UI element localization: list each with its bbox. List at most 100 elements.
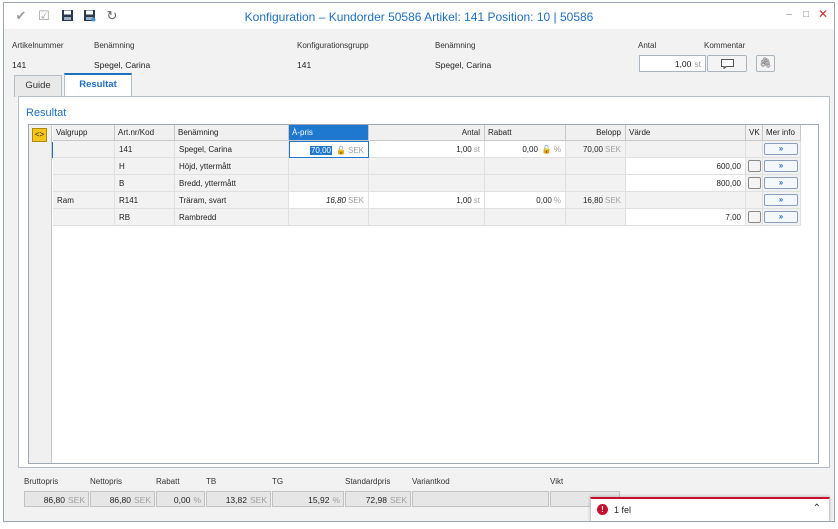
bottom-strip: [0, 522, 838, 529]
minimize-button[interactable]: –: [782, 9, 796, 20]
paperclip-icon: 🖇: [759, 58, 772, 69]
close-button[interactable]: ✕: [816, 7, 830, 21]
rabatt-value: 0,00: [522, 145, 538, 154]
antal-unit: st: [694, 59, 701, 69]
maximize-button[interactable]: □: [799, 9, 813, 20]
variantkod-label: Variantkod: [412, 477, 450, 486]
mer-info-button[interactable]: »: [764, 143, 798, 155]
comment-icon[interactable]: [748, 160, 761, 172]
col-a-pris[interactable]: À-pris: [289, 125, 369, 141]
panel-title: Resultat: [26, 107, 67, 119]
cell-varde[interactable]: 7,00: [626, 209, 746, 226]
configuration-window: ✔ ☑ ↻ Konfiguration – Kundorder 50586 Ar…: [3, 2, 835, 522]
cell-rabatt[interactable]: 0,00 🔓%: [485, 141, 566, 158]
cell-antal[interactable]: 1,00 st: [369, 192, 485, 209]
col-benamning[interactable]: Benämning: [175, 125, 289, 141]
resultat-panel: Resultat <> Valgrupp Art.nr/Kod Benämnin…: [18, 96, 830, 468]
cell-varde: [626, 141, 746, 158]
benamning-value: Bredd, yttermått: [179, 179, 236, 188]
mer-info-button[interactable]: »: [764, 194, 798, 206]
comment-icon[interactable]: [748, 211, 761, 223]
chevron-up-icon[interactable]: ⌃: [813, 503, 821, 514]
cell-valgrupp: Ram: [53, 192, 115, 209]
col-varde[interactable]: Värde: [626, 125, 746, 141]
valgrupp-value: Ram: [57, 196, 74, 205]
col-belopp[interactable]: Belopp: [566, 125, 626, 141]
benamning-label: Benämning: [94, 41, 135, 50]
tb-value: 13,82: [225, 495, 247, 505]
bruttopris-unit: SEK: [67, 495, 85, 505]
col-antal[interactable]: Antal: [369, 125, 485, 141]
window-title: Konfiguration – Kundorder 50586 Artikel:…: [244, 10, 594, 24]
cell-belopp: [566, 175, 626, 192]
rabatt-total-field: 0,00%: [156, 491, 205, 507]
standardpris-field: 72,98 SEK: [345, 491, 411, 507]
cell-merinfo[interactable]: »: [763, 209, 801, 226]
tb-label: TB: [206, 477, 217, 486]
col-valgrupp[interactable]: Valgrupp: [53, 125, 115, 141]
benamning-value: Rambredd: [179, 213, 217, 222]
cell-varde[interactable]: 800,00: [626, 175, 746, 192]
konfigurationsgrupp-value: 141: [297, 60, 312, 70]
unlock-icon[interactable]: 🔓: [336, 146, 346, 155]
cell-merinfo[interactable]: »: [763, 158, 801, 175]
unlock-icon[interactable]: 🔓: [542, 145, 552, 154]
cell-benamning: Höjd, yttermått: [175, 158, 289, 175]
cell-merinfo[interactable]: »: [763, 192, 801, 209]
cell-valgrupp: [53, 141, 115, 158]
comment-icon[interactable]: [748, 177, 761, 189]
cell-vk[interactable]: [746, 141, 763, 158]
rabatt-total-label: Rabatt: [156, 477, 180, 486]
kod-value: H: [119, 162, 125, 171]
rabatt-unit: %: [553, 196, 561, 205]
col-artnr-kod[interactable]: Art.nr/Kod: [115, 125, 175, 141]
error-bar[interactable]: ! 1 fel ⌃: [590, 497, 830, 521]
expand-collapse-icon[interactable]: <>: [32, 128, 47, 142]
cell-rabatt: [485, 158, 566, 175]
apris-unit: SEK: [347, 146, 364, 155]
cell-apris[interactable]: 16,80 SEK: [289, 192, 369, 209]
error-icon: !: [597, 504, 608, 515]
artikelnummer-label: Artikelnummer: [12, 41, 64, 50]
mer-info-button[interactable]: »: [764, 160, 798, 172]
tg-field: 15,92%: [272, 491, 344, 507]
cell-vk[interactable]: [746, 209, 763, 226]
cell-varde: [626, 192, 746, 209]
cell-varde[interactable]: 600,00: [626, 158, 746, 175]
cell-kod: RB: [115, 209, 175, 226]
kommentar-button[interactable]: [707, 55, 747, 72]
col-vk[interactable]: VK: [746, 125, 763, 141]
cell-benamning: Bredd, yttermått: [175, 175, 289, 192]
standardpris-unit: SEK: [389, 495, 407, 505]
antal-input[interactable]: 1,00 st: [639, 55, 706, 72]
attachment-button[interactable]: 🖇: [756, 55, 775, 72]
antal-label: Antal: [638, 41, 657, 50]
kod-value: 141: [119, 145, 133, 154]
cell-rabatt: [485, 209, 566, 226]
cell-merinfo[interactable]: »: [763, 141, 801, 158]
cell-vk[interactable]: [746, 158, 763, 175]
benamning-value: Spegel, Carina: [94, 60, 151, 70]
tb-unit: SEK: [249, 495, 267, 505]
tab-guide[interactable]: Guide: [14, 75, 62, 97]
tb-field: 13,82 SEK: [206, 491, 271, 507]
apris-value: 70,00: [309, 146, 333, 155]
kod-value: B: [119, 179, 125, 188]
benamning-value: Träram, svart: [179, 196, 227, 205]
result-grid: <> Valgrupp Art.nr/Kod Benämning À-pris …: [28, 124, 819, 464]
varde-value: 7,00: [725, 213, 741, 222]
antal-unit: st: [473, 196, 480, 205]
mer-info-button[interactable]: »: [764, 211, 798, 223]
mer-info-button[interactable]: »: [764, 177, 798, 189]
cell-vk[interactable]: [746, 192, 763, 209]
col-rabatt[interactable]: Rabatt: [485, 125, 566, 141]
tab-resultat[interactable]: Resultat: [64, 73, 132, 98]
col-mer-info[interactable]: Mer info: [763, 125, 801, 141]
cell-antal[interactable]: 1,00 st: [369, 141, 485, 158]
antal-value: 1,00: [456, 145, 472, 154]
cell-apris[interactable]: 70,00 🔓 SEK: [289, 141, 369, 158]
cell-merinfo[interactable]: »: [763, 175, 801, 192]
cell-vk[interactable]: [746, 175, 763, 192]
cell-rabatt[interactable]: 0,00%: [485, 192, 566, 209]
title-bar: ✔ ☑ ↻ Konfiguration – Kundorder 50586 Ar…: [4, 3, 834, 29]
